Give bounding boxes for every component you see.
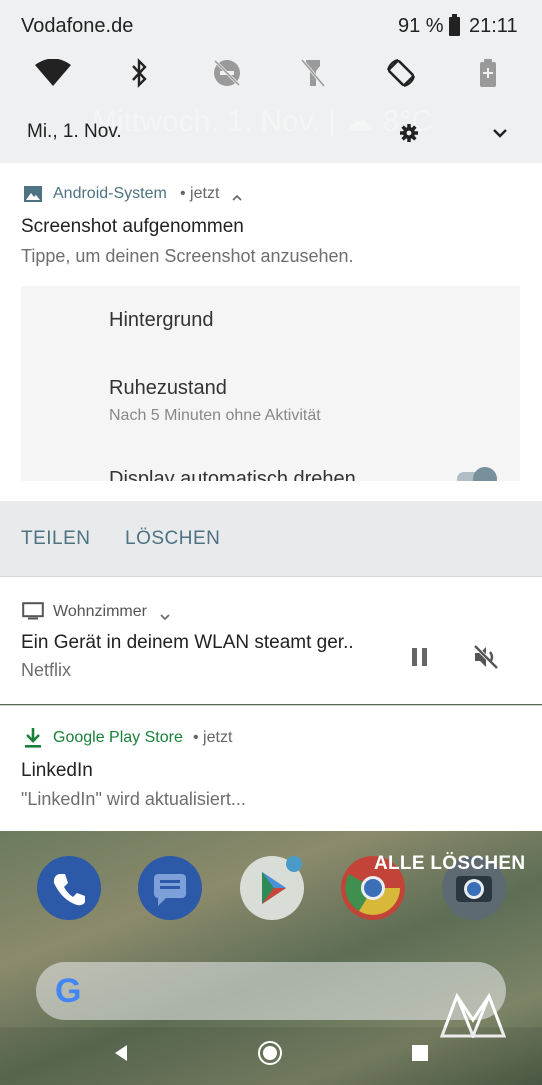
pause-icon[interactable] bbox=[408, 645, 432, 674]
quick-settings-panel: Mittwoch, 1. Nov. | ☁ 8°C Vodafone.de 91… bbox=[0, 0, 542, 163]
status-battery-percent: 91 % bbox=[398, 15, 444, 37]
bluetooth-icon[interactable] bbox=[119, 53, 159, 93]
navigation-bar bbox=[0, 1027, 542, 1085]
notification-text: Netflix bbox=[21, 660, 72, 680]
notification-text: Tippe, um deinen Screenshot anzusehen. bbox=[21, 246, 354, 266]
ghost-date-weather: Mittwoch, 1. Nov. | ☁ 8°C bbox=[92, 105, 433, 138]
date-label: Mi., 1. Nov. bbox=[27, 121, 122, 142]
auto-rotate-icon[interactable] bbox=[381, 53, 421, 93]
delete-button[interactable]: LÖSCHEN bbox=[125, 528, 220, 550]
notification-title: LinkedIn bbox=[21, 760, 93, 781]
chevron-up-icon[interactable] bbox=[232, 189, 242, 207]
tv-icon bbox=[22, 602, 44, 625]
share-button[interactable]: TEILEN bbox=[21, 528, 91, 550]
status-time: 21:11 bbox=[469, 15, 518, 37]
notification-app-name: Google Play Store bbox=[53, 729, 183, 746]
notification-app-name: Android-System bbox=[53, 185, 167, 202]
messages-app-icon[interactable] bbox=[138, 856, 202, 920]
preview-item-sleep: Ruhezustand bbox=[109, 377, 227, 399]
clear-all-button[interactable]: ALLE LÖSCHEN bbox=[374, 853, 525, 875]
download-icon bbox=[24, 727, 42, 754]
preview-item-sleep-sub: Nach 5 Minuten ohne Aktivität bbox=[109, 407, 321, 424]
phone-app-icon[interactable] bbox=[37, 856, 101, 920]
home-icon[interactable] bbox=[257, 1040, 283, 1071]
chevron-down-icon[interactable] bbox=[160, 608, 170, 626]
recents-icon[interactable] bbox=[411, 1044, 429, 1067]
notification-title: Screenshot aufgenommen bbox=[21, 216, 244, 237]
notification-actions: TEILEN LÖSCHEN bbox=[0, 501, 542, 576]
notification-text: "LinkedIn" wird aktualisiert... bbox=[21, 789, 246, 809]
flashlight-off-icon[interactable] bbox=[293, 53, 333, 93]
back-icon[interactable] bbox=[111, 1043, 131, 1068]
battery-icon bbox=[449, 14, 460, 36]
chevron-down-icon[interactable] bbox=[485, 118, 515, 148]
mute-icon[interactable] bbox=[472, 643, 500, 676]
preview-item-wallpaper: Hintergrund bbox=[109, 309, 214, 331]
settings-gear-icon[interactable] bbox=[394, 118, 424, 148]
do-not-disturb-off-icon[interactable] bbox=[207, 53, 247, 93]
play-store-app-icon[interactable] bbox=[240, 856, 304, 920]
notification-dot bbox=[286, 856, 302, 872]
notification-title: Ein Gerät in deinem WLAN steamt ger.. bbox=[21, 632, 354, 653]
battery-saver-icon[interactable] bbox=[468, 53, 508, 93]
screenshot-preview[interactable]: Hintergrund Ruhezustand Nach 5 Minuten o… bbox=[21, 286, 520, 481]
preview-item-autorotate: Display automatisch drehen bbox=[109, 468, 356, 481]
notification-screenshot[interactable]: Android-System • jetzt Screenshot aufgen… bbox=[0, 163, 542, 501]
google-search-bar[interactable] bbox=[36, 962, 506, 1020]
notification-app-name: Wohnzimmer bbox=[53, 603, 147, 620]
wifi-icon[interactable] bbox=[33, 53, 73, 93]
image-icon bbox=[23, 185, 43, 208]
notification-playstore[interactable]: Google Play Store • jetzt LinkedIn "Link… bbox=[0, 705, 542, 831]
status-carrier: Vodafone.de bbox=[21, 15, 134, 37]
notification-time: • jetzt bbox=[193, 729, 233, 746]
preview-toggle-thumb bbox=[473, 467, 497, 481]
notification-cast[interactable]: Wohnzimmer Ein Gerät in deinem WLAN stea… bbox=[0, 576, 542, 704]
notification-time: • jetzt bbox=[180, 185, 220, 202]
google-g-icon: G bbox=[55, 972, 82, 1010]
